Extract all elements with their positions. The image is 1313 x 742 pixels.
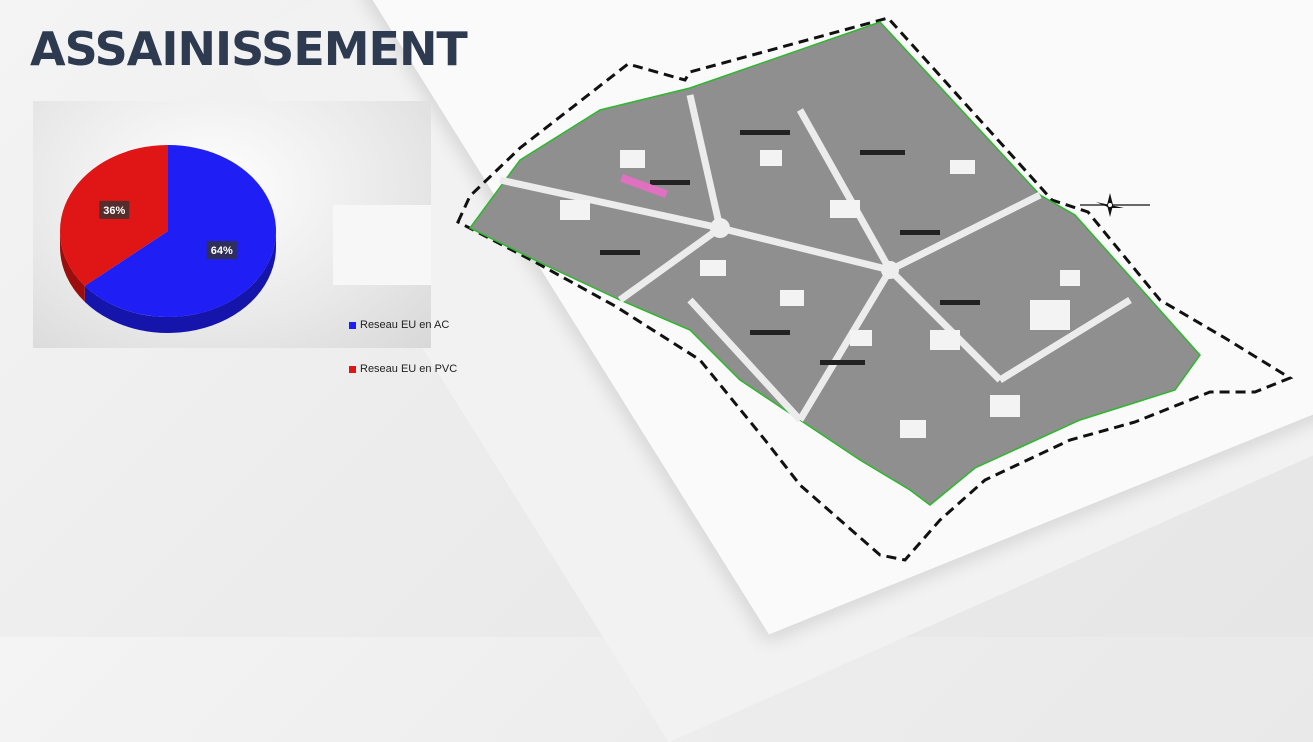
pie-chart-card: 64% 36% Reseau EU en AC Reseau EU en PVC xyxy=(33,101,457,375)
legend-item-pvc: Reseau EU en PVC xyxy=(349,363,457,375)
legend-swatch-pvc xyxy=(349,365,356,373)
legend-label-ac: Reseau EU en AC xyxy=(360,319,450,331)
legend-item-ac: Reseau EU en AC xyxy=(349,319,449,331)
plan-roundabout xyxy=(710,218,730,238)
pie-data-label-0: 64% xyxy=(206,241,237,260)
pie-chart: 64% 36% xyxy=(59,145,276,333)
north-arrow-icon xyxy=(1080,193,1150,217)
pie-data-label-1: 36% xyxy=(99,200,130,219)
svg-text:36%: 36% xyxy=(103,205,125,217)
legend-swatch-ac xyxy=(349,321,356,329)
legend-label-pvc: Reseau EU en PVC xyxy=(360,363,458,375)
svg-text:64%: 64% xyxy=(211,245,233,257)
plan-urban-area xyxy=(468,21,1201,506)
page-title: ASSAINISSEMENT xyxy=(30,22,468,76)
plan-roundabout xyxy=(881,261,899,279)
chart-legend: Reseau EU en AC Reseau EU en PVC xyxy=(333,205,457,375)
